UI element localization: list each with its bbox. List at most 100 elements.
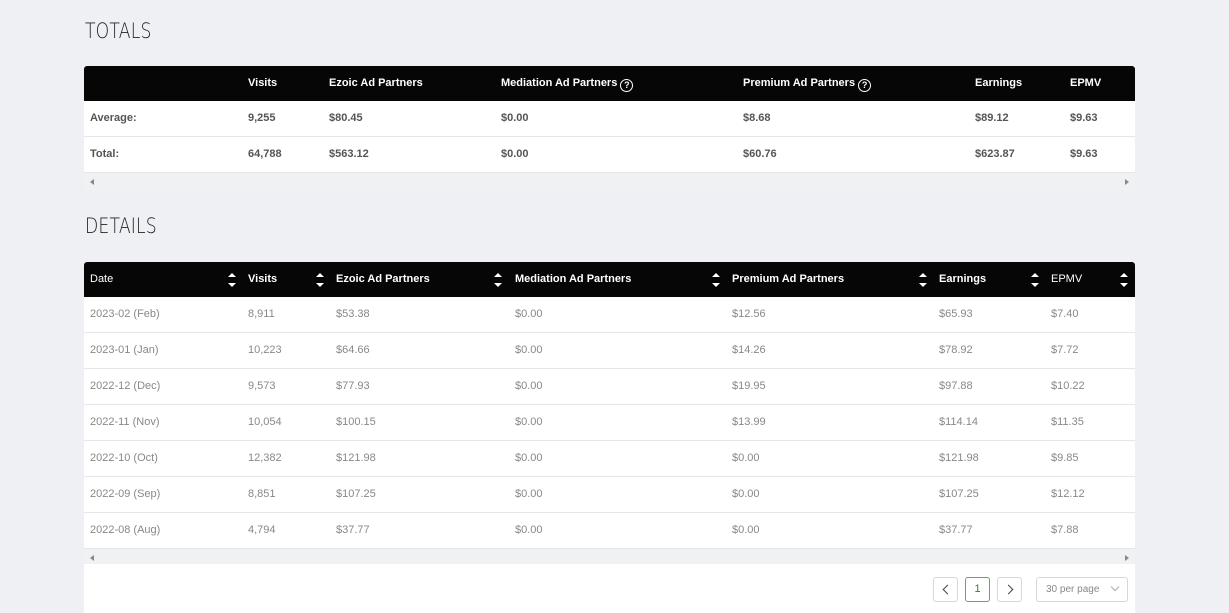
cell-ezoic: $37.77 [336, 524, 370, 536]
cell-visits: 9,255 [248, 112, 276, 124]
table-row: 2022-12 (Dec) 9,573 $77.93 $0.00 $19.95 $97.8… [84, 369, 1135, 405]
details-header-ezoic[interactable]: Ezoic Ad Partners [336, 262, 430, 297]
details-table-body: 2023-02 (Feb) 8,911 $53.38 $0.00 $12.56 $65.9… [84, 297, 1135, 549]
cell-mediation: $0.00 [515, 452, 543, 464]
question-circle-icon[interactable]: ? [620, 79, 634, 92]
cell-mediation: $0.00 [515, 380, 543, 392]
cell-earnings: $623.87 [975, 148, 1015, 160]
cell-epmv: $9.85 [1051, 452, 1079, 464]
sort-arrows-icon[interactable] [712, 273, 720, 287]
cell-date: 2022-08 (Aug) [90, 524, 161, 536]
cell-date: 2022-09 (Sep) [90, 488, 161, 500]
cell-ezoic: $100.15 [336, 416, 376, 428]
cell-ezoic: $107.25 [336, 488, 376, 500]
totals-table-header: Visits Ezoic Ad Partners Mediation Ad Pa… [84, 66, 1135, 101]
cell-epmv: $7.40 [1051, 308, 1079, 320]
table-row: 2022-11 (Nov) 10,054 $100.15 $0.00 $13.99 $11… [84, 405, 1135, 441]
totals-table-body: Average: 9,255 $80.45 $0.00 $8.68 $89.12 $9.63… [84, 101, 1135, 173]
cell-mediation: $0.00 [501, 112, 529, 124]
cell-mediation: $0.00 [501, 148, 529, 160]
details-header-visits[interactable]: Visits [248, 262, 277, 297]
cell-earnings: $114.14 [939, 416, 978, 428]
table-row: 2023-02 (Feb) 8,911 $53.38 $0.00 $12.56 $65.9… [84, 297, 1135, 333]
table-row: Average: 9,255 $80.45 $0.00 $8.68 $89.12 $9.63 [84, 101, 1135, 137]
table-row: 2022-10 (Oct) 12,382 $121.98 $0.00 $0.00 $121… [84, 441, 1135, 477]
cell-visits: 4,794 [248, 524, 276, 536]
cell-earnings: $97.88 [939, 380, 973, 392]
cell-premium: $8.68 [743, 112, 771, 124]
cell-visits: 12,382 [248, 452, 282, 464]
chevron-right-icon[interactable] [997, 577, 1022, 602]
cell-mediation: $0.00 [515, 344, 543, 356]
cell-mediation: $0.00 [515, 524, 543, 536]
totals-section-title: TOTALS [85, 19, 152, 43]
totals-header-mediation: Mediation Ad Partners? [501, 66, 634, 101]
cell-mediation: $0.00 [515, 308, 543, 320]
details-header-earnings[interactable]: Earnings [939, 262, 986, 297]
cell-ezoic: $64.66 [336, 344, 370, 356]
per-page-select[interactable]: 30 per page [1036, 577, 1128, 602]
cell-ezoic: $563.12 [329, 148, 369, 160]
cell-premium: $60.76 [743, 148, 777, 160]
horizontal-scrollbar[interactable] [84, 173, 1135, 191]
cell-ezoic: $80.45 [329, 112, 363, 124]
cell-date: 2023-02 (Feb) [90, 308, 160, 320]
scroll-left-icon[interactable] [90, 179, 94, 185]
totals-header-premium: Premium Ad Partners? [743, 66, 872, 101]
sort-arrows-icon[interactable] [1031, 273, 1039, 287]
totals-header-premium-label: Premium Ad Partners [743, 77, 856, 89]
cell-visits: 10,223 [248, 344, 282, 356]
cell-earnings: $37.77 [939, 524, 973, 536]
totals-header-epmv: EPMV [1070, 77, 1102, 89]
scroll-right-icon[interactable] [1125, 179, 1129, 185]
cell-ezoic: $53.38 [336, 308, 370, 320]
details-section-title: DETAILS [85, 214, 157, 238]
details-header-epmv[interactable]: EPMV [1051, 262, 1082, 297]
cell-date: 2022-10 (Oct) [90, 452, 158, 464]
cell-mediation: $0.00 [515, 488, 543, 500]
cell-mediation: $0.00 [515, 416, 543, 428]
cell-visits: 8,911 [248, 308, 275, 320]
cell-label: Total: [90, 148, 120, 160]
sort-arrows-icon[interactable] [228, 273, 236, 287]
cell-premium: $19.95 [732, 380, 766, 392]
details-table: Date Visits Ezoic Ad Partners Mediation … [84, 262, 1135, 567]
sort-arrows-icon[interactable] [494, 273, 502, 287]
cell-visits: 64,788 [248, 148, 282, 160]
table-row: Total: 64,788 $563.12 $0.00 $60.76 $623.87 $9.… [84, 137, 1135, 173]
sort-arrows-icon[interactable] [919, 273, 927, 287]
table-row: 2022-08 (Aug) 4,794 $37.77 $0.00 $0.00 $37.77… [84, 513, 1135, 549]
cell-earnings: $78.92 [939, 344, 973, 356]
chevron-left-icon[interactable] [933, 577, 958, 602]
cell-earnings: $121.98 [939, 452, 979, 464]
totals-header-earnings: Earnings [975, 77, 1023, 89]
totals-header-visits: Visits [248, 77, 278, 89]
scroll-left-icon[interactable] [90, 555, 94, 561]
details-table-header: Date Visits Ezoic Ad Partners Mediation … [84, 262, 1135, 297]
chevron-down-icon [1110, 582, 1120, 592]
cell-date: 2022-12 (Dec) [90, 380, 161, 392]
cell-ezoic: $77.93 [336, 380, 370, 392]
details-header-mediation[interactable]: Mediation Ad Partners [515, 262, 631, 297]
per-page-label: 30 per page [1046, 584, 1100, 595]
scroll-right-icon[interactable] [1125, 555, 1129, 561]
question-circle-icon[interactable]: ? [858, 79, 872, 92]
cell-premium: $0.00 [732, 524, 760, 536]
cell-visits: 8,851 [248, 488, 276, 500]
sort-arrows-icon[interactable] [316, 273, 324, 287]
table-row: 2022-09 (Sep) 8,851 $107.25 $0.00 $0.00 $107.… [84, 477, 1135, 513]
cell-date: 2023-01 (Jan) [90, 344, 159, 356]
cell-epmv: $7.72 [1051, 344, 1079, 356]
details-header-premium[interactable]: Premium Ad Partners [732, 262, 844, 297]
details-header-date[interactable]: Date [90, 262, 113, 297]
cell-visits: 9,573 [248, 380, 276, 392]
cell-epmv: $12.12 [1051, 488, 1085, 500]
cell-epmv: $7.88 [1051, 524, 1079, 536]
sort-arrows-icon[interactable] [1120, 273, 1128, 287]
cell-premium: $0.00 [732, 488, 760, 500]
cell-epmv: $10.22 [1051, 380, 1085, 392]
cell-date: 2022-11 (Nov) [90, 416, 160, 428]
page-button[interactable]: 1 [965, 577, 990, 602]
cell-earnings: $89.12 [975, 112, 1009, 124]
cell-label: Average: [90, 112, 137, 124]
